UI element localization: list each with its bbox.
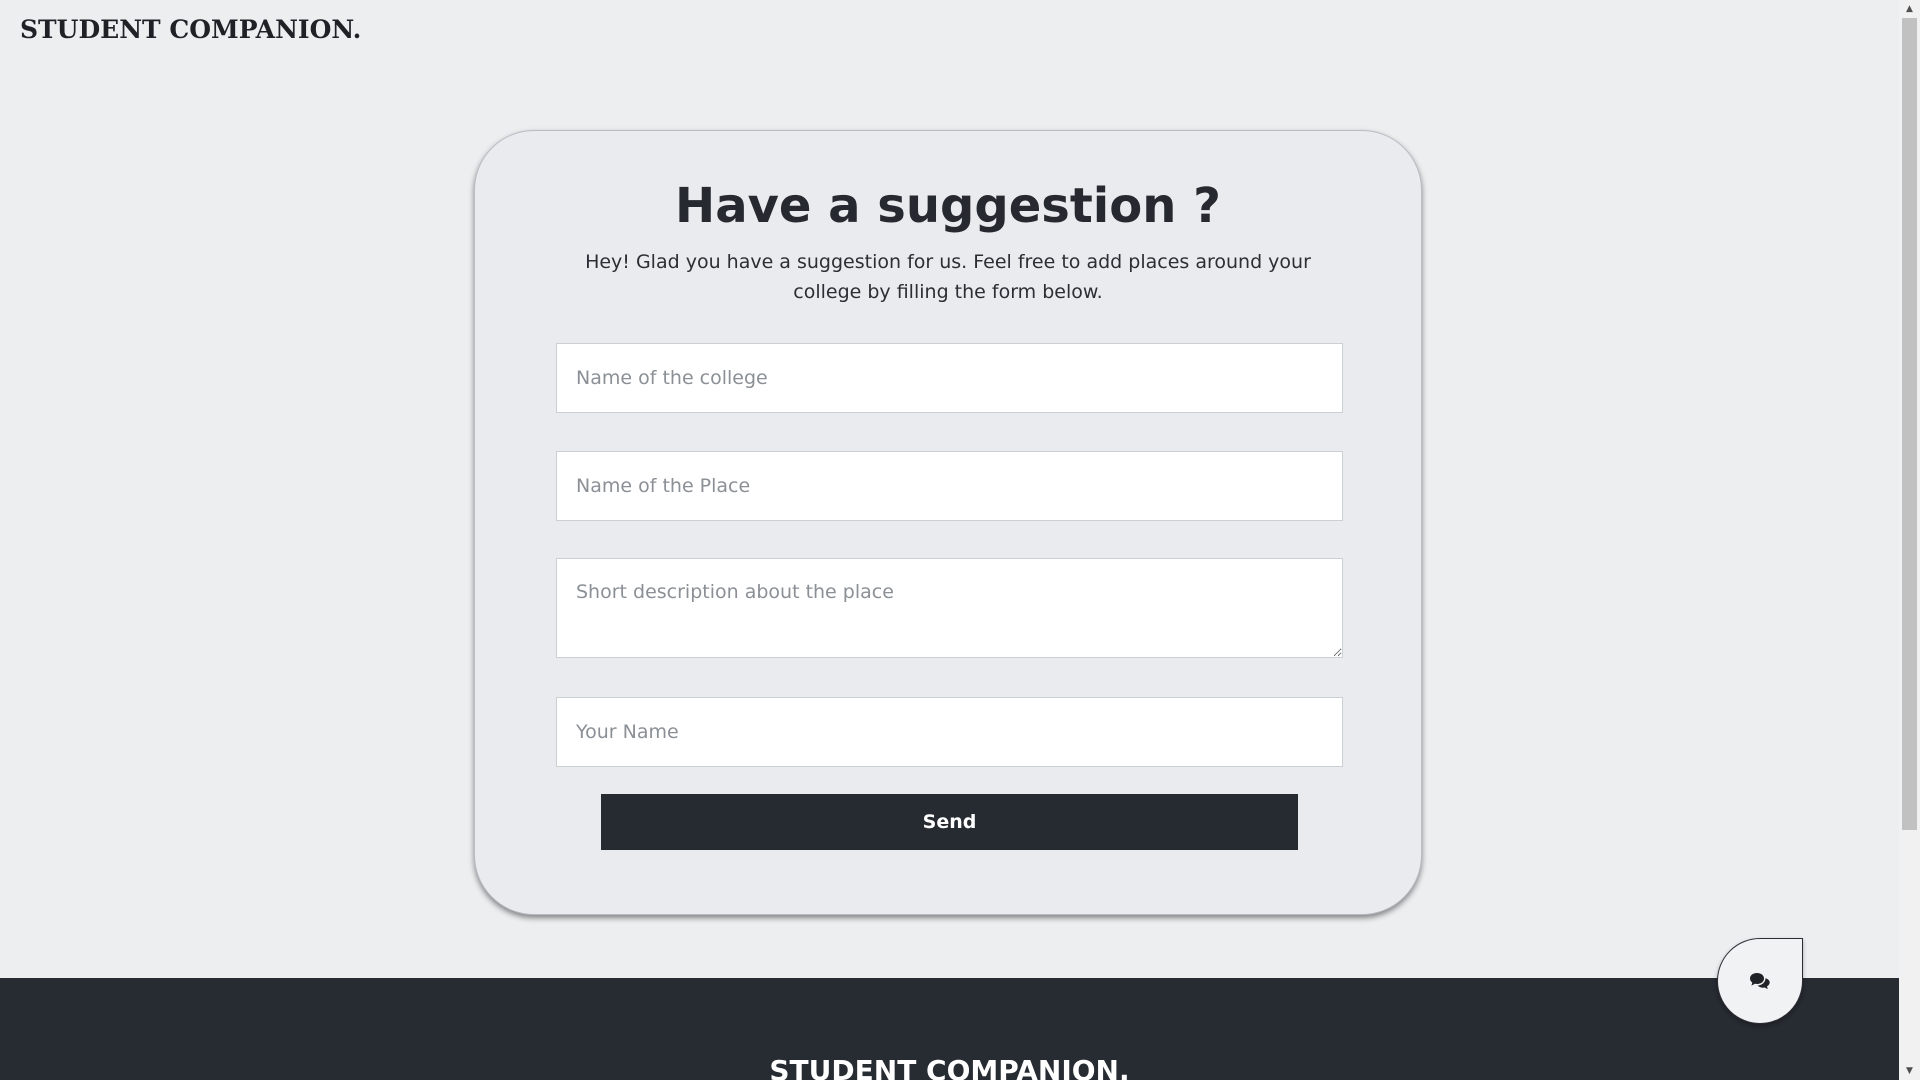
- site-logo[interactable]: STUDENT COMPANION.: [20, 15, 361, 44]
- footer-brand: STUDENT COMPANION.: [769, 1054, 1130, 1080]
- form-description: Hey! Glad you have a suggestion for us. …: [585, 251, 1311, 303]
- page-scrollbar[interactable]: ▲ ▼: [1899, 0, 1920, 1080]
- scroll-down-icon[interactable]: ▼: [1899, 1062, 1920, 1080]
- place-description-textarea[interactable]: [556, 558, 1343, 658]
- your-name-input[interactable]: [556, 697, 1343, 767]
- scrollbar-thumb[interactable]: [1902, 18, 1917, 830]
- college-name-input[interactable]: [556, 343, 1343, 413]
- form-title: Have a suggestion ?: [675, 178, 1221, 234]
- footer: STUDENT COMPANION.: [0, 978, 1899, 1080]
- send-button[interactable]: Send: [601, 794, 1298, 850]
- chat-button[interactable]: [1717, 938, 1803, 1024]
- scroll-up-icon[interactable]: ▲: [1899, 0, 1920, 18]
- page: STUDENT COMPANION. Have a suggestion ? H…: [0, 0, 1899, 1080]
- suggestion-card: Have a suggestion ? Hey! Glad you have a…: [474, 130, 1422, 915]
- chat-bubbles-icon: [1750, 973, 1770, 990]
- place-name-input[interactable]: [556, 451, 1343, 521]
